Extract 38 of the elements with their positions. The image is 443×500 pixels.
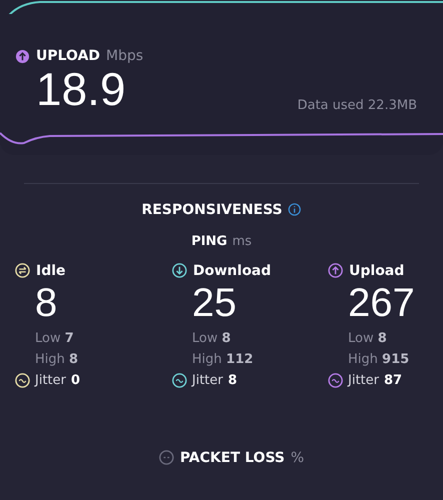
upload-speed-value: 18.9	[36, 64, 126, 115]
low-label: Low	[348, 330, 374, 346]
unit-label: %	[290, 450, 304, 466]
low-value: 8	[222, 330, 231, 346]
high-label: High	[192, 352, 222, 367]
high-label: High	[35, 352, 65, 367]
data-used-text: Data used 22.3MB	[297, 98, 417, 115]
low-value: 7	[64, 330, 74, 346]
ping-value: 267	[348, 280, 415, 325]
jitter-value: 0	[70, 372, 80, 388]
section-title: RESPONSIVENESS	[142, 202, 282, 218]
ping-value: 8	[35, 280, 58, 325]
wave-icon	[328, 372, 343, 388]
high-value: 112	[226, 352, 254, 367]
column-label: Upload	[349, 262, 404, 279]
high-label: High	[348, 352, 378, 367]
jitter-label: Jitter	[348, 372, 379, 388]
jitter-label: Jitter	[192, 372, 223, 388]
column-label: Idle	[36, 262, 66, 279]
jitter-value: 8	[228, 372, 238, 388]
unit-label: ms	[232, 234, 252, 249]
wave-icon	[172, 372, 187, 388]
column-label: Download	[193, 262, 272, 279]
jitter-label: Jitter	[35, 372, 66, 388]
packet-loss-label: PACKET LOSS	[180, 450, 285, 466]
info-icon[interactable]	[288, 203, 302, 216]
high-value: 915	[382, 352, 410, 367]
ping-value: 25	[192, 280, 236, 325]
ping-label: PING	[191, 234, 228, 249]
packet-loss-icon	[158, 450, 174, 466]
low-value: 8	[378, 330, 387, 346]
upload-label: UPLOAD	[36, 48, 100, 64]
high-value: 8	[69, 352, 78, 367]
jitter-value: 87	[384, 372, 402, 388]
low-label: Low	[192, 330, 218, 346]
low-label: Low	[35, 330, 61, 346]
wave-icon	[15, 372, 30, 388]
unit-label: Mbps	[106, 48, 144, 64]
